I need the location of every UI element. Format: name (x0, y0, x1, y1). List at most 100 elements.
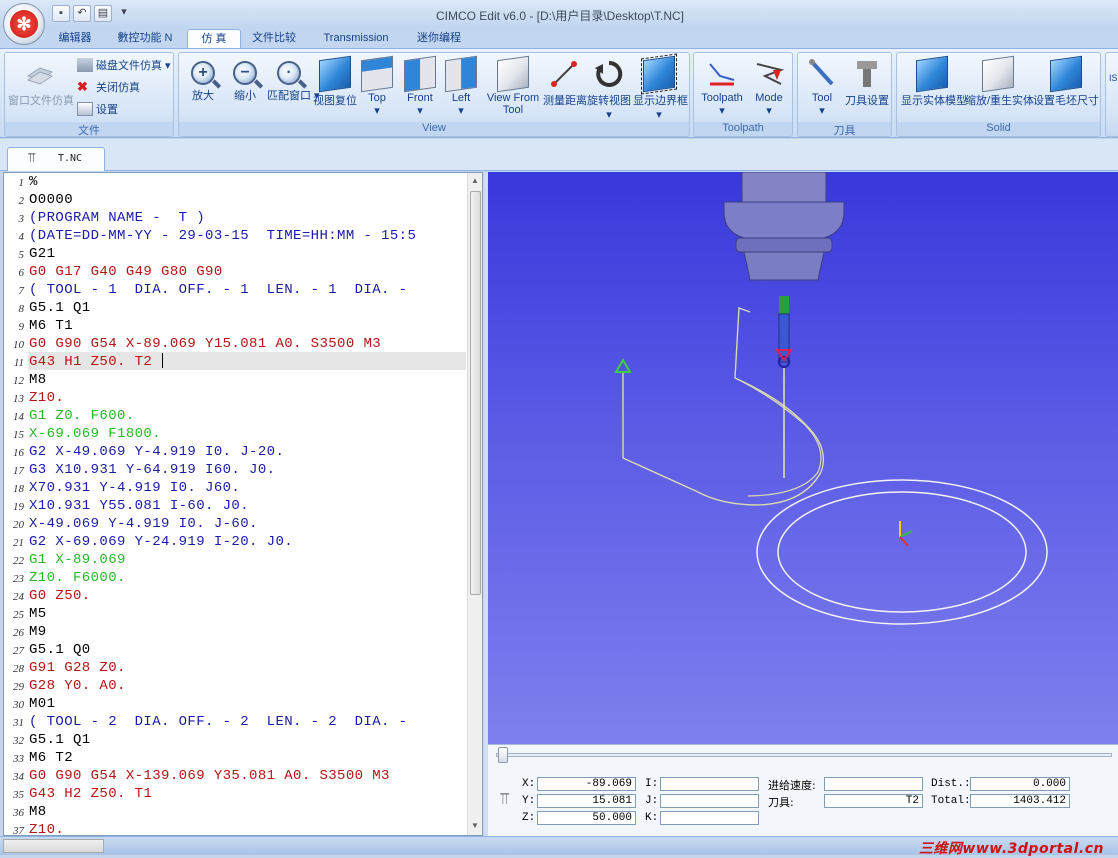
fit-window-button[interactable]: · 匹配窗口 ▾ (267, 58, 320, 103)
measure-distance-button[interactable]: 测量距离 (543, 58, 587, 108)
tab-transmission[interactable]: Transmission (316, 29, 396, 48)
line-number: 7 (18, 285, 25, 297)
code-line[interactable]: M8 (29, 804, 47, 820)
line-number: 13 (13, 393, 24, 405)
line-number: 36 (13, 807, 24, 819)
code-line[interactable]: ( TOOL - 1 DIA. OFF. - 1 LEN. - 1 DIA. - (29, 282, 407, 298)
code-line[interactable]: X-49.069 Y-4.919 I0. J-60. (29, 516, 258, 532)
tab-simulation[interactable]: 仿 真 (187, 29, 241, 48)
zoom-regen-icon (982, 55, 1014, 93)
disk-sim-icon (77, 58, 93, 72)
code-line[interactable]: G1 Z0. F600. (29, 408, 135, 424)
stock-size-button[interactable]: 设置毛坯尺寸 (1033, 55, 1099, 108)
tool-button[interactable]: Tool ▾ (800, 58, 844, 117)
cimco-logo-icon: ✻ (10, 10, 38, 38)
print-icon[interactable]: ▤ (94, 5, 112, 22)
code-line[interactable]: G43 H1 Z50. T2 (29, 354, 152, 370)
code-line[interactable]: % (29, 174, 38, 190)
close-sim-button[interactable]: ✖ 关闭仿真 (77, 79, 140, 95)
line-number: 2 (18, 195, 25, 207)
code-line[interactable]: G21 (29, 246, 55, 262)
code-line[interactable]: G5.1 Q1 (29, 300, 91, 316)
stock-outline-outer (756, 479, 1048, 625)
code-line[interactable]: X-69.069 F1800. (29, 426, 161, 442)
scroll-down-icon[interactable]: ▼ (471, 821, 479, 830)
code-line[interactable]: G0 G90 G54 X-89.069 Y15.081 A0. S3500 M3 (29, 336, 381, 352)
code-line[interactable]: Z10. F6000. (29, 570, 126, 586)
save-icon[interactable]: ▪ (52, 5, 70, 22)
view-from-tool-button[interactable]: View From Tool (483, 55, 543, 116)
code-line[interactable]: Z10. (29, 390, 64, 406)
code-line[interactable]: O0000 (29, 192, 73, 208)
x-label: X: (522, 778, 536, 790)
code-line[interactable]: ( TOOL - 2 DIA. OFF. - 2 LEN. - 2 DIA. - (29, 714, 407, 730)
tool-settings-button[interactable]: 刀具设置 (844, 58, 890, 108)
i-label: I: (645, 778, 659, 790)
left-view-label: Left (451, 92, 471, 104)
code-line[interactable]: M6 T2 (29, 750, 73, 766)
zoom-in-button[interactable]: + 放大 (183, 58, 223, 103)
open-window-sim-button[interactable]: 窗口文件仿真 (8, 58, 74, 108)
k-value-field (660, 811, 759, 825)
left-view-button[interactable]: Left ▾ (443, 55, 479, 117)
editor-vertical-scrollbar[interactable]: ▲ ▼ (467, 173, 482, 835)
top-view-button[interactable]: Top ▾ (359, 55, 395, 117)
editor-scroll-thumb[interactable] (470, 191, 481, 595)
code-line[interactable]: G91 G28 Z0. (29, 660, 126, 676)
line-number-gutter: 1 2 3 4 5 6 7 8 9 10 11 12 13 14 15 16 17 18 19 20 21 22 23 24 2… (4, 173, 28, 835)
j-label: J: (645, 795, 659, 807)
code-line[interactable]: M8 (29, 372, 47, 388)
tool-value-field: T2 (824, 794, 923, 808)
code-line[interactable]: G0 Z50. (29, 588, 91, 604)
qat-dropdown-icon[interactable]: ▾ (115, 5, 133, 22)
scroll-up-icon[interactable]: ▲ (471, 176, 479, 185)
app-menu-button[interactable]: ✻ (3, 3, 45, 45)
line-number: 22 (13, 555, 24, 567)
simulation-viewport[interactable] (488, 172, 1118, 744)
zoom-regen-solid-button[interactable]: 缩放/重生实体 (965, 55, 1034, 108)
title-bar: ▪ ↶ ▤ ▾ CIMCO Edit v6.0 - [D:\用户目录\Deskt… (0, 0, 1118, 27)
disk-file-sim-button[interactable]: 磁盘文件仿真 ▾ (77, 57, 171, 73)
code-line[interactable]: G3 X10.931 Y-64.919 I60. J0. (29, 462, 275, 478)
code-line[interactable]: G5.1 Q0 (29, 642, 91, 658)
settings-button[interactable]: 设置 (77, 101, 118, 117)
code-line[interactable]: G1 X-89.069 (29, 552, 126, 568)
code-line[interactable]: G2 X-49.069 Y-4.919 I0. J-20. (29, 444, 284, 460)
rotate-label: 旋转视图 (587, 95, 631, 107)
code-line[interactable]: G0 G17 G40 G49 G80 G90 (29, 264, 223, 280)
toolpath-button[interactable]: Toolpath ▾ (698, 58, 746, 117)
zoom-out-button[interactable]: − 缩小 (225, 58, 265, 103)
code-line[interactable]: G43 H2 Z50. T1 (29, 786, 152, 802)
code-line[interactable]: G0 G90 G54 X-139.069 Y35.081 A0. S3500 M… (29, 768, 390, 784)
tab-editor[interactable]: 编辑器 (52, 29, 98, 48)
code-editor[interactable]: 1 2 3 4 5 6 7 8 9 10 11 12 13 14 15 16 17 18 19 20 21 22 23 24 2… (3, 172, 483, 836)
simulation-progress-slider[interactable] (496, 753, 1112, 757)
code-line[interactable]: Z10. (29, 822, 64, 835)
code-line[interactable]: G2 X-69.069 Y-24.919 I-20. J0. (29, 534, 293, 550)
code-line[interactable]: X70.931 Y-4.919 I0. J60. (29, 480, 240, 496)
show-solid-model-button[interactable]: 显示实体模型 (901, 55, 967, 108)
line-number: 18 (13, 483, 24, 495)
front-view-button[interactable]: Front ▾ (401, 55, 439, 117)
tab-file-compare[interactable]: 文件比较 (249, 29, 299, 48)
code-line[interactable]: M01 (29, 696, 55, 712)
line-number: 27 (13, 645, 24, 657)
editor-horizontal-scrollbar[interactable] (3, 839, 104, 853)
bounding-box-button[interactable]: 显示边界框 ▾ (633, 53, 688, 121)
code-line[interactable]: G5.1 Q1 (29, 732, 91, 748)
code-line[interactable]: (DATE=DD-MM-YY - 29-03-15 TIME=HH:MM - 1… (29, 228, 416, 244)
code-line[interactable]: M9 (29, 624, 47, 640)
code-line[interactable]: G28 Y0. A0. (29, 678, 126, 694)
document-tab[interactable]: ⫪ T.NC (7, 147, 105, 171)
undo-icon[interactable]: ↶ (73, 5, 91, 22)
rotate-view-button[interactable]: 旋转视图 ▾ (587, 58, 631, 121)
simulation-slider-thumb[interactable] (498, 747, 508, 763)
tab-nc-functions[interactable]: 數控功能 N (110, 29, 180, 48)
code-line[interactable]: (PROGRAM NAME - T ) (29, 210, 205, 226)
code-line[interactable]: M6 T1 (29, 318, 73, 334)
code-line[interactable]: X10.931 Y55.081 I-60. J0. (29, 498, 249, 514)
view-reset-button[interactable]: 视图复位 (313, 55, 357, 108)
tab-mini-programming[interactable]: 迷你编程 (409, 29, 469, 48)
mode-button[interactable]: Mode ▾ (748, 58, 790, 117)
code-line[interactable]: M5 (29, 606, 47, 622)
